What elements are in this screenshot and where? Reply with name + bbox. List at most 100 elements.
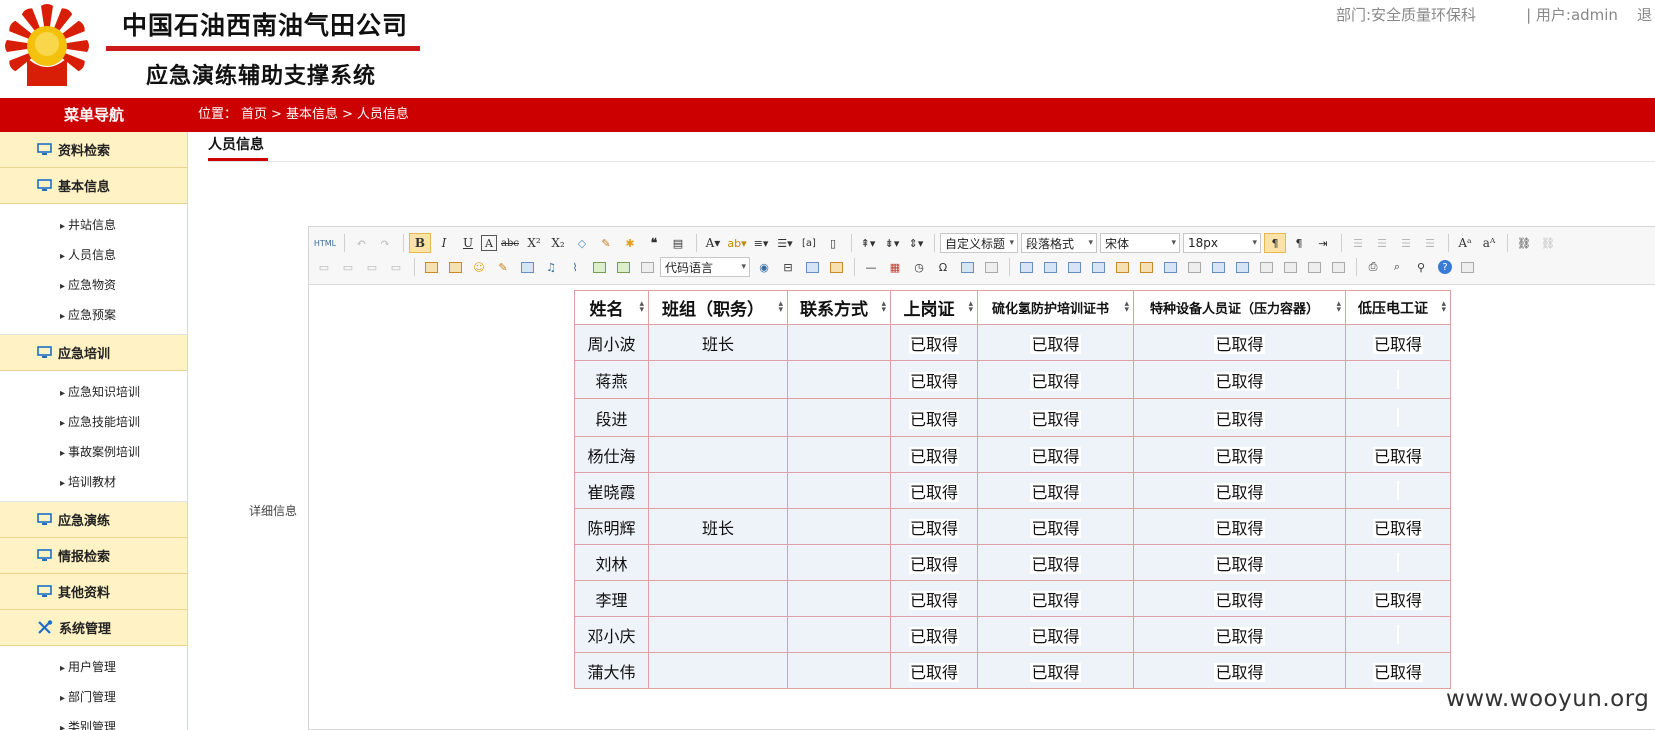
sort-icon[interactable]: ▴ ▾ [881, 300, 886, 315]
undo-icon[interactable]: ↶ [350, 233, 372, 253]
table-cell[interactable]: 已取得 [890, 580, 978, 617]
insert-frame-icon[interactable] [636, 257, 658, 277]
table-cell[interactable]: 班长 [648, 324, 788, 361]
table-cell[interactable] [1345, 616, 1451, 653]
table-cell[interactable] [648, 360, 788, 399]
font-color-icon[interactable]: A▾ [702, 233, 724, 253]
table-cell[interactable]: 已取得 [977, 436, 1134, 473]
select-all-icon[interactable]: [a] [798, 233, 820, 253]
table-cell[interactable]: 已取得 [1133, 472, 1346, 509]
table-cell[interactable]: 已取得 [977, 652, 1134, 689]
highlight-color-icon[interactable]: ab▾ [726, 233, 748, 253]
table-cell[interactable]: 已取得 [1133, 652, 1346, 689]
redo-icon[interactable]: ↷ [374, 233, 396, 253]
auto-format-icon[interactable]: ✱ [619, 233, 641, 253]
sidebar-item-knowledge-training[interactable]: 应急知识培训 [0, 377, 187, 407]
row-spacing-bottom-icon[interactable]: ⇟▾ [881, 233, 903, 253]
scrawl-icon[interactable]: ✎ [492, 257, 514, 277]
sidebar-item-skills-training[interactable]: 应急技能培训 [0, 407, 187, 437]
table-cell[interactable] [787, 508, 891, 545]
ordered-list-icon[interactable]: ≡▾ [750, 233, 772, 253]
special-chars-icon[interactable]: Ω [932, 257, 954, 277]
merge-cells-icon[interactable] [1183, 257, 1205, 277]
horizontal-rule-icon[interactable]: — [860, 257, 882, 277]
paste-text-icon[interactable]: ▤ [667, 233, 689, 253]
music-icon[interactable]: ♫ [540, 257, 562, 277]
chart-icon[interactable] [1327, 257, 1349, 277]
attachment-icon[interactable]: ⌇ [564, 257, 586, 277]
font-family-select[interactable]: 宋体 [1100, 233, 1180, 253]
row-spacing-top-icon[interactable]: ⇞▾ [857, 233, 879, 253]
col-header-contact[interactable]: 联系方式 ▴ ▾ [787, 290, 891, 325]
table-cell[interactable] [648, 472, 788, 509]
table-cell[interactable]: 蒲大伟 [574, 652, 649, 689]
table-cell[interactable] [787, 580, 891, 617]
table-cell[interactable]: 已取得 [1133, 616, 1346, 653]
merge-down-icon[interactable] [1231, 257, 1253, 277]
gmap-icon[interactable] [612, 257, 634, 277]
font-size-select[interactable]: 18px [1183, 233, 1261, 253]
table-cell[interactable]: 杨仕海 [574, 436, 649, 473]
table-cell[interactable] [787, 544, 891, 581]
sidebar-section-system[interactable]: 系统管理 [0, 610, 187, 646]
table-cell[interactable] [787, 324, 891, 361]
table-cell[interactable] [787, 398, 891, 437]
table-cell[interactable]: 已取得 [1133, 398, 1346, 437]
sidebar-item-dept-mgmt[interactable]: 部门管理 [0, 682, 187, 712]
sort-icon[interactable]: ▴ ▾ [778, 300, 783, 315]
tab-personnel-info[interactable]: 人员信息 [208, 134, 264, 154]
unlink-icon[interactable]: ⛓ [1537, 233, 1559, 253]
sidebar-section-data-search[interactable]: 资料检索 [0, 132, 187, 168]
insert-image-icon[interactable] [420, 257, 442, 277]
underline-button[interactable]: U [457, 233, 479, 253]
table-cell[interactable]: 陈明辉 [574, 508, 649, 545]
sidebar-section-other[interactable]: 其他资料 [0, 574, 187, 610]
table-cell[interactable] [648, 398, 788, 437]
insert-paragraph-before-table-icon[interactable] [1063, 257, 1085, 277]
image-right-icon[interactable]: ▭ [361, 257, 383, 277]
sidebar-item-training-materials[interactable]: 培训教材 [0, 467, 187, 497]
table-cell[interactable]: 已取得 [1133, 436, 1346, 473]
col-header-pressure-cert[interactable]: 特种设备人员证（压力容器） ▴ ▾ [1133, 290, 1346, 325]
sidebar-item-user-mgmt[interactable]: 用户管理 [0, 652, 187, 682]
sidebar-section-training[interactable]: 应急培训 [0, 335, 187, 371]
table-cell[interactable] [787, 360, 891, 399]
sort-icon[interactable]: ▴ ▾ [1441, 300, 1446, 315]
table-cell[interactable]: 周小波 [574, 324, 649, 361]
table-cell[interactable]: 刘林 [574, 544, 649, 581]
webapp-icon[interactable]: ◉ [753, 257, 775, 277]
heading-select[interactable]: 自定义标题 [940, 233, 1018, 253]
paragraph-select[interactable]: 段落格式 [1021, 233, 1097, 253]
table-cell[interactable]: 已取得 [890, 508, 978, 545]
table-cell[interactable] [787, 436, 891, 473]
indent-icon[interactable]: ⇥ [1312, 233, 1334, 253]
table-cell[interactable] [787, 652, 891, 689]
table-cell[interactable] [648, 652, 788, 689]
table-cell[interactable]: 邓小庆 [574, 616, 649, 653]
col-header-name[interactable]: 姓名 ▴ ▾ [574, 290, 649, 325]
sidebar-section-intel-search[interactable]: 情报检索 [0, 538, 187, 574]
insert-table-icon[interactable] [1015, 257, 1037, 277]
unordered-list-icon[interactable]: ☰▾ [774, 233, 796, 253]
table-cell[interactable]: 已取得 [890, 616, 978, 653]
page-break-icon[interactable]: ⊟ [777, 257, 799, 277]
table-cell[interactable]: 李理 [574, 580, 649, 617]
col-header-electrician-cert[interactable]: 低压电工证 ▴ ▾ [1345, 290, 1451, 325]
table-cell[interactable] [648, 544, 788, 581]
print-icon[interactable]: ⎙ [1362, 257, 1384, 277]
insert-row-icon[interactable] [1087, 257, 1109, 277]
col-header-work-cert[interactable]: 上岗证 ▴ ▾ [890, 290, 978, 325]
table-cell[interactable] [787, 472, 891, 509]
image-center-icon[interactable]: ▭ [385, 257, 407, 277]
split-cols-icon[interactable] [1303, 257, 1325, 277]
table-cell[interactable]: 已取得 [977, 616, 1134, 653]
clear-doc-icon[interactable]: ▯ [822, 233, 844, 253]
html-source-button[interactable]: HTML [313, 233, 337, 253]
emotion-icon[interactable]: ☺ [468, 257, 490, 277]
align-center-icon[interactable]: ☰ [1371, 233, 1393, 253]
table-cell[interactable]: 已取得 [977, 544, 1134, 581]
table-cell[interactable]: 已取得 [977, 472, 1134, 509]
table-cell[interactable] [648, 436, 788, 473]
sidebar-section-drill[interactable]: 应急演练 [0, 502, 187, 538]
table-cell[interactable]: 已取得 [977, 580, 1134, 617]
